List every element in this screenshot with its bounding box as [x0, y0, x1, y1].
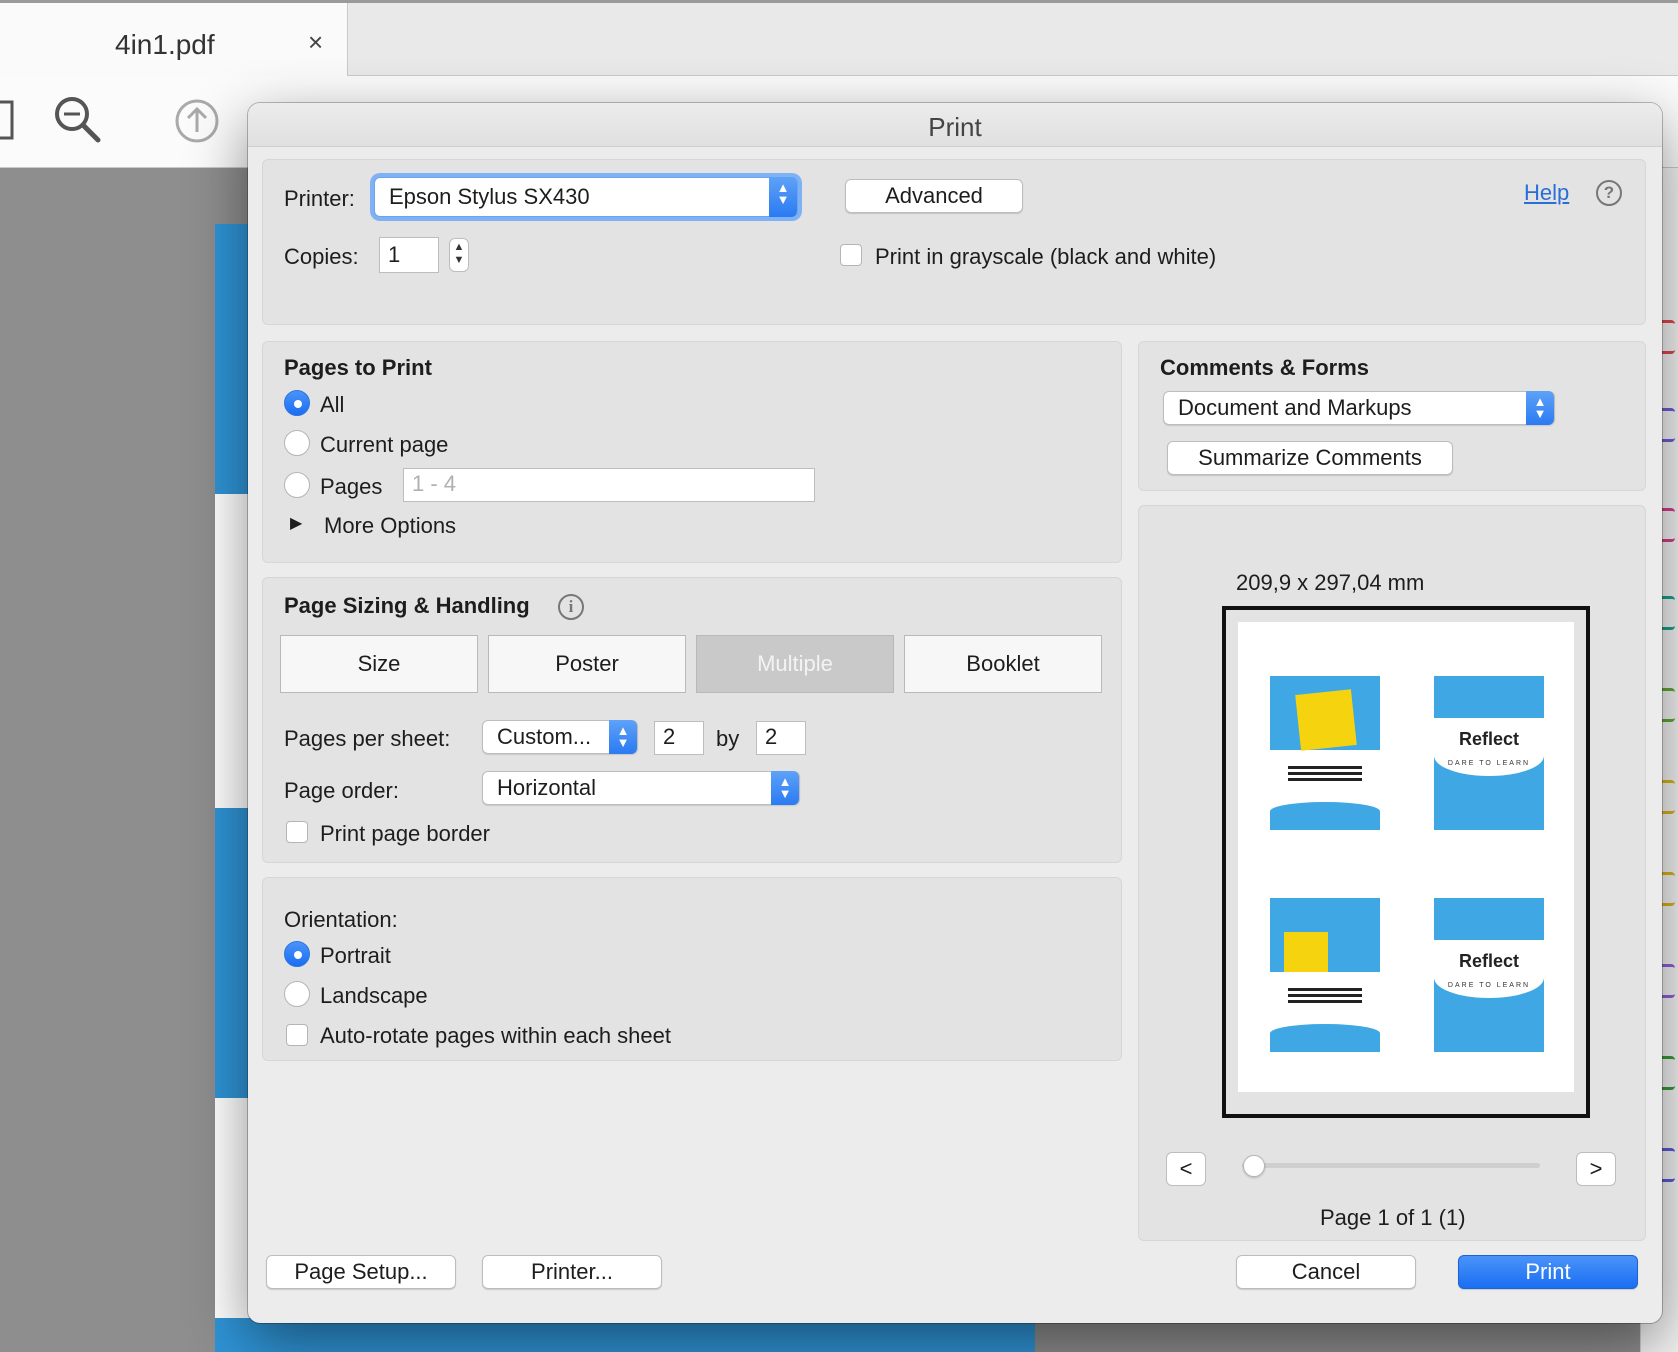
page-slider-handle[interactable]	[1243, 1155, 1265, 1177]
zoom-search-icon[interactable]	[52, 94, 104, 146]
previous-page-button[interactable]: <	[1166, 1152, 1206, 1186]
thumb-subtitle: DARE TO LEARN	[1447, 982, 1531, 989]
pages-current-label: Current page	[320, 432, 449, 457]
size-mode-button[interactable]: Size	[280, 635, 478, 693]
app-tab-bar: 4in1.pdf ×	[0, 0, 1678, 76]
preview-thumb	[1270, 676, 1380, 830]
copies-stepper[interactable]: ▲ ▼	[449, 238, 469, 272]
thumb-subtitle: DARE TO LEARN	[1447, 760, 1531, 767]
preview-paper: Reflect DARE TO LEARN Reflect DARE TO LE…	[1238, 622, 1574, 1092]
info-icon[interactable]: i	[558, 594, 584, 620]
pages-range-label: Pages	[320, 474, 383, 499]
comments-forms-heading: Comments & Forms	[1160, 355, 1370, 380]
pages-all-radio[interactable]	[284, 390, 310, 416]
preview-thumb: Reflect DARE TO LEARN	[1434, 898, 1544, 1052]
thumb-title: Reflect	[1458, 951, 1520, 971]
thumb-text-lines	[1288, 988, 1362, 991]
pages-current-radio[interactable]	[284, 430, 310, 456]
thumb-illustration	[1284, 932, 1328, 972]
cancel-button[interactable]: Cancel	[1236, 1255, 1416, 1289]
chevron-updown-icon: ▲ ▼	[609, 720, 637, 754]
by-label: by	[716, 726, 740, 751]
page-setup-button[interactable]: Page Setup...	[266, 1255, 456, 1289]
pages-all-label: All	[320, 392, 345, 417]
advanced-button[interactable]: Advanced	[845, 179, 1023, 213]
page-order-label: Page order:	[284, 778, 399, 803]
thumb-text-lines	[1288, 766, 1362, 769]
booklet-mode-button[interactable]: Booklet	[904, 635, 1102, 693]
help-link[interactable]: Help	[1524, 180, 1569, 206]
print-button[interactable]: Print	[1458, 1255, 1638, 1289]
thumb-footer	[1270, 802, 1380, 830]
more-options-label[interactable]: More Options	[324, 513, 456, 539]
pages-per-sheet-label: Pages per sheet:	[284, 726, 451, 751]
document-tab[interactable]: 4in1.pdf ×	[0, 3, 348, 76]
dialog-title: Print	[248, 103, 1662, 147]
page-slider-track[interactable]	[1242, 1163, 1540, 1168]
printer-label: Printer:	[284, 186, 355, 211]
thumb-footer	[1270, 1024, 1380, 1052]
portrait-label: Portrait	[320, 943, 391, 968]
help-icon[interactable]: ?	[1596, 180, 1622, 206]
page-order-select[interactable]: Horizontal ▲ ▼	[482, 771, 800, 805]
summarize-comments-button[interactable]: Summarize Comments	[1167, 441, 1453, 475]
copies-label: Copies:	[284, 244, 359, 269]
auto-rotate-label: Auto-rotate pages within each sheet	[320, 1023, 672, 1048]
document-tab-title: 4in1.pdf	[115, 29, 215, 60]
close-tab-icon[interactable]: ×	[308, 27, 323, 58]
print-preview: Reflect DARE TO LEARN Reflect DARE TO LE…	[1222, 606, 1590, 1118]
chevron-updown-icon: ▲ ▼	[1526, 391, 1554, 425]
printer-select[interactable]: Epson Stylus SX430 ▲ ▼	[374, 177, 798, 217]
page-order-value: Horizontal	[497, 775, 597, 800]
comments-forms-select[interactable]: Document and Markups ▲ ▼	[1163, 391, 1555, 425]
copies-field[interactable]: 1	[379, 237, 439, 273]
preview-thumb	[1270, 898, 1380, 1052]
multiple-mode-button[interactable]: Multiple	[696, 635, 894, 693]
pages-per-sheet-select[interactable]: Custom... ▲ ▼	[482, 720, 638, 754]
page-border-label: Print page border	[320, 821, 490, 846]
preview-thumb: Reflect DARE TO LEARN	[1434, 676, 1544, 830]
page-status: Page 1 of 1 (1)	[1320, 1205, 1466, 1230]
grayscale-checkbox[interactable]	[840, 244, 862, 266]
document-page-graphic	[215, 1318, 1035, 1352]
columns-field[interactable]: 2	[654, 721, 704, 755]
next-page-button[interactable]: >	[1576, 1152, 1616, 1186]
portrait-radio[interactable]	[284, 941, 310, 967]
paper-dimensions: 209,9 x 297,04 mm	[1236, 570, 1425, 595]
landscape-label: Landscape	[320, 983, 428, 1008]
grayscale-label: Print in grayscale (black and white)	[875, 244, 1217, 269]
pages-to-print-heading: Pages to Print	[284, 355, 432, 380]
orientation-heading: Orientation:	[284, 907, 398, 932]
comments-forms-value: Document and Markups	[1178, 395, 1412, 420]
pages-range-radio[interactable]	[284, 472, 310, 498]
page-border-checkbox[interactable]	[286, 821, 308, 843]
printer-settings-button[interactable]: Printer...	[482, 1255, 662, 1289]
page-sizing-heading: Page Sizing & Handling	[284, 593, 530, 618]
printer-select-value: Epson Stylus SX430	[389, 184, 590, 209]
upload-arrow-icon[interactable]	[174, 98, 220, 144]
page-icon[interactable]	[0, 100, 16, 142]
thumb-illustration	[1295, 689, 1357, 751]
disclosure-triangle-icon[interactable]: ▶	[290, 513, 302, 533]
pages-range-field[interactable]: 1 - 4	[403, 468, 815, 502]
landscape-radio[interactable]	[284, 981, 310, 1007]
poster-mode-button[interactable]: Poster	[488, 635, 686, 693]
chevron-updown-icon: ▲ ▼	[769, 177, 797, 217]
rows-field[interactable]: 2	[756, 721, 806, 755]
auto-rotate-checbox[interactable]	[286, 1024, 308, 1046]
chevron-updown-icon: ▲ ▼	[771, 771, 799, 805]
thumb-title: Reflect	[1458, 729, 1520, 749]
pages-per-sheet-value: Custom...	[497, 724, 592, 749]
